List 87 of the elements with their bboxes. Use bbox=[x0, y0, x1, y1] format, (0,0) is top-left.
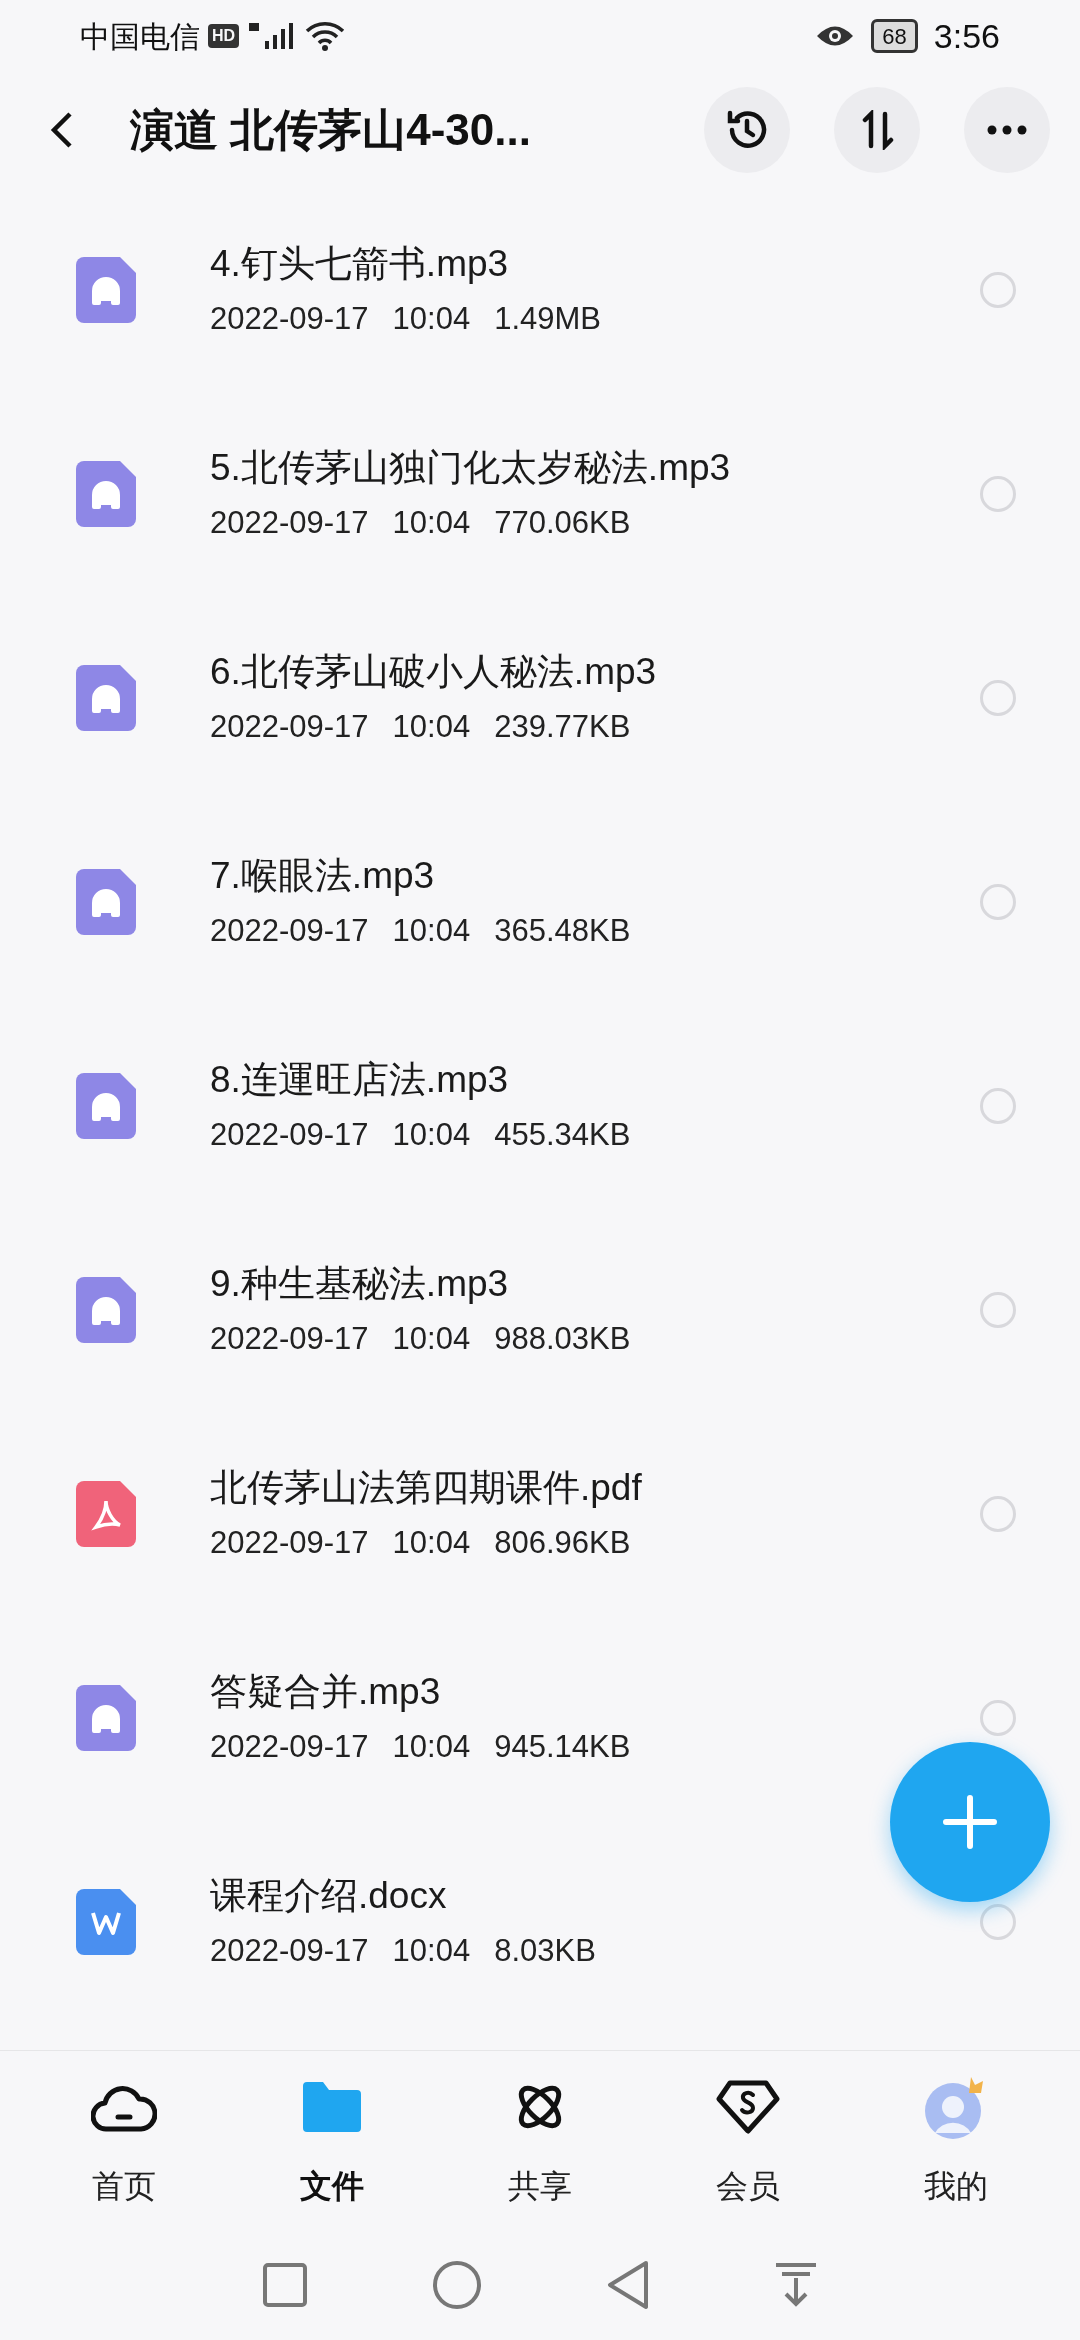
file-size: 806.96KB bbox=[494, 1524, 631, 1562]
recents-icon[interactable] bbox=[262, 2262, 308, 2308]
headphones-file-icon bbox=[76, 665, 136, 731]
file-row[interactable]: 北传茅山法第四期课件.pdf 2022-09-17 10:04 806.96KB bbox=[0, 1412, 1080, 1616]
file-size: 770.06KB bbox=[494, 504, 631, 542]
home-icon[interactable] bbox=[432, 2260, 482, 2310]
select-radio[interactable] bbox=[980, 1496, 1016, 1532]
file-size: 1.49MB bbox=[494, 300, 601, 338]
diamond-icon bbox=[716, 2078, 780, 2135]
carrier-name: 中国电信 bbox=[80, 18, 200, 55]
back-icon[interactable] bbox=[50, 110, 74, 150]
nav-tab[interactable]: 我的 bbox=[852, 2071, 1060, 2210]
file-size: 945.14KB bbox=[494, 1728, 631, 1766]
file-time: 10:04 bbox=[392, 708, 471, 746]
select-radio[interactable] bbox=[980, 680, 1016, 716]
battery-icon: 68 bbox=[871, 19, 918, 53]
file-time: 10:04 bbox=[392, 1320, 471, 1358]
file-row[interactable]: 5.北传茅山独门化太岁秘法.mp3 2022-09-17 10:04 770.06KB bbox=[0, 392, 1080, 596]
file-date: 2022-09-17 bbox=[210, 1932, 369, 1970]
nav-label: 我的 bbox=[924, 2166, 988, 2206]
file-date: 2022-09-17 bbox=[210, 1728, 369, 1766]
file-name: 答疑合并.mp3 bbox=[210, 1670, 442, 1714]
headphones-file-icon bbox=[76, 257, 136, 323]
file-date: 2022-09-17 bbox=[210, 1320, 369, 1358]
nav-label: 会员 bbox=[716, 2166, 780, 2206]
add-button[interactable] bbox=[890, 1742, 1050, 1902]
more-icon bbox=[987, 125, 1027, 135]
file-row[interactable]: 8.连運旺店法.mp3 2022-09-17 10:04 455.34KB bbox=[0, 1004, 1080, 1208]
file-time: 10:04 bbox=[392, 504, 471, 542]
file-time: 10:04 bbox=[392, 912, 471, 950]
nav-tab[interactable]: 会员 bbox=[644, 2071, 852, 2210]
headphones-file-icon bbox=[76, 1073, 136, 1139]
file-date: 2022-09-17 bbox=[210, 300, 369, 338]
file-size: 455.34KB bbox=[494, 1116, 631, 1154]
select-radio[interactable] bbox=[980, 1700, 1016, 1736]
file-name: 5.北传茅山独门化太岁秘法.mp3 bbox=[210, 446, 732, 490]
select-radio[interactable] bbox=[980, 884, 1016, 920]
file-size: 365.48KB bbox=[494, 912, 631, 950]
nav-tab[interactable]: 文件 bbox=[228, 2071, 436, 2210]
nav-label: 共享 bbox=[508, 2166, 572, 2206]
headphones-file-icon bbox=[76, 869, 136, 935]
file-row[interactable]: 答疑合并.mp3 2022-09-17 10:04 945.14KB bbox=[0, 1616, 1080, 1820]
clock: 3:56 bbox=[933, 15, 1000, 57]
file-name: 9.种生基秘法.mp3 bbox=[210, 1262, 510, 1306]
file-time: 10:04 bbox=[392, 1932, 471, 1970]
headphones-file-icon bbox=[76, 1685, 136, 1751]
file-date: 2022-09-17 bbox=[210, 1116, 369, 1154]
file-name: 6.北传茅山破小人秘法.mp3 bbox=[210, 650, 658, 694]
folder-title: 演道 北传茅山4-30... bbox=[130, 104, 531, 156]
pdf-file-icon bbox=[76, 1481, 136, 1547]
file-time: 10:04 bbox=[392, 1524, 471, 1562]
collapse-icon[interactable] bbox=[774, 2262, 818, 2308]
file-date: 2022-09-17 bbox=[210, 912, 369, 950]
file-size: 988.03KB bbox=[494, 1320, 631, 1358]
file-row[interactable]: 9.种生基秘法.mp3 2022-09-17 10:04 988.03KB bbox=[0, 1208, 1080, 1412]
file-date: 2022-09-17 bbox=[210, 1524, 369, 1562]
file-name: 4.钉头七箭书.mp3 bbox=[210, 242, 510, 286]
file-name: 7.喉眼法.mp3 bbox=[210, 854, 436, 898]
select-radio[interactable] bbox=[980, 476, 1016, 512]
file-size: 239.77KB bbox=[494, 708, 631, 746]
headphones-file-icon bbox=[76, 461, 136, 527]
file-size: 8.03KB bbox=[494, 1932, 596, 1970]
select-radio[interactable] bbox=[980, 1088, 1016, 1124]
nav-tab[interactable]: 共享 bbox=[436, 2071, 644, 2210]
headphones-file-icon bbox=[76, 1277, 136, 1343]
plus-icon bbox=[942, 1794, 998, 1850]
select-radio[interactable] bbox=[980, 1292, 1016, 1328]
hd-icon: HD bbox=[208, 24, 240, 48]
file-time: 10:04 bbox=[392, 1728, 471, 1766]
file-name: 课程介绍.docx bbox=[210, 1874, 448, 1918]
nav-label: 文件 bbox=[300, 2166, 364, 2206]
file-time: 10:04 bbox=[392, 1116, 471, 1154]
select-radio[interactable] bbox=[980, 1904, 1016, 1940]
word-file-icon bbox=[76, 1889, 136, 1955]
nav-tab[interactable]: 首页 bbox=[20, 2071, 228, 2210]
file-date: 2022-09-17 bbox=[210, 504, 369, 542]
file-row[interactable]: 6.北传茅山破小人秘法.mp3 2022-09-17 10:04 239.77KB bbox=[0, 596, 1080, 800]
file-row[interactable]: 4.钉头七箭书.mp3 2022-09-17 10:04 1.49MB bbox=[0, 188, 1080, 392]
file-name: 8.连運旺店法.mp3 bbox=[210, 1058, 510, 1102]
wifi-icon bbox=[305, 21, 346, 51]
back-nav-icon[interactable] bbox=[606, 2260, 650, 2310]
file-time: 10:04 bbox=[392, 300, 471, 338]
file-name: 北传茅山法第四期课件.pdf bbox=[210, 1466, 643, 1510]
file-date: 2022-09-17 bbox=[210, 708, 369, 746]
select-radio[interactable] bbox=[980, 272, 1016, 308]
file-row[interactable]: 7.喉眼法.mp3 2022-09-17 10:04 365.48KB bbox=[0, 800, 1080, 1004]
nav-label: 首页 bbox=[92, 2166, 156, 2206]
